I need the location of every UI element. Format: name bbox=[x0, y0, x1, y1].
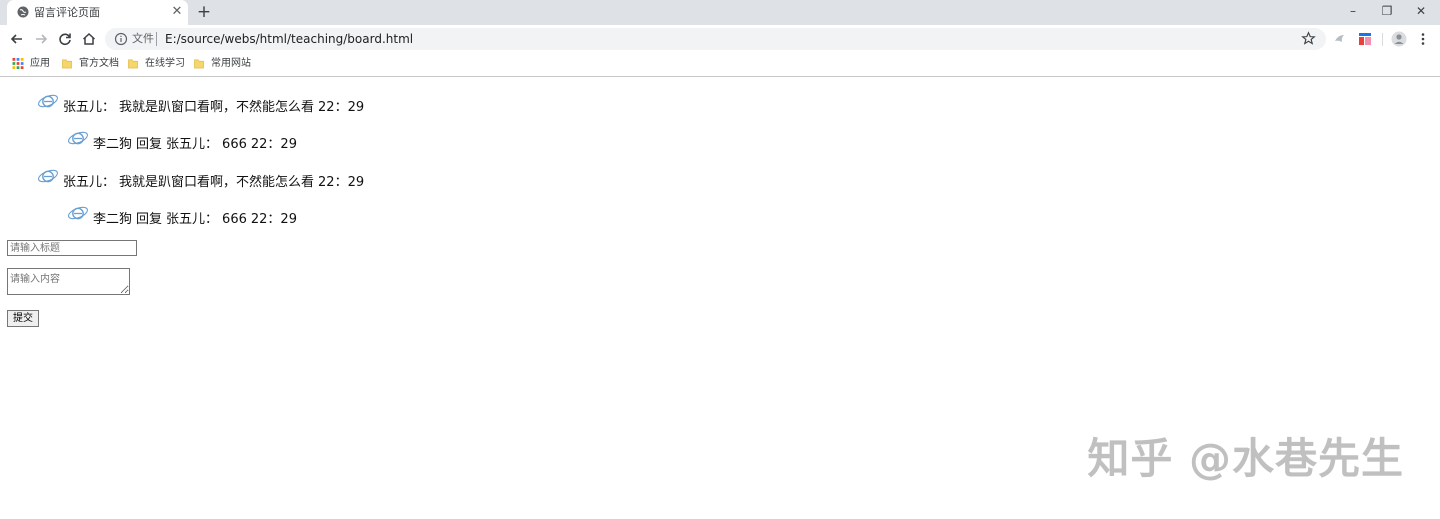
submit-button[interactable]: 提交 bbox=[7, 310, 39, 327]
reply-author: 李二狗 bbox=[93, 137, 133, 152]
message-content: 我就是趴窗口看啊，不然能怎么看 bbox=[119, 175, 315, 190]
ie-logo-icon bbox=[68, 206, 88, 220]
message-content: 666 bbox=[222, 212, 247, 227]
menu-dots-icon[interactable] bbox=[1415, 31, 1431, 47]
profile-avatar-icon[interactable] bbox=[1391, 31, 1407, 47]
ie-logo-icon bbox=[38, 169, 58, 183]
minimize-button[interactable]: – bbox=[1343, 3, 1363, 19]
message-content: 666 bbox=[222, 137, 247, 152]
watermark: 知乎 @水巷先生 bbox=[1087, 434, 1404, 483]
folder-icon bbox=[128, 59, 138, 69]
message-content: 我就是趴窗口看啊，不然能怎么看 bbox=[119, 100, 315, 115]
file-scheme-label: 文件 bbox=[132, 32, 154, 45]
forward-arrow-icon[interactable] bbox=[33, 31, 49, 47]
bookmark-label: 在线学习 bbox=[145, 58, 185, 69]
window-close-button[interactable]: ✕ bbox=[1411, 3, 1431, 19]
tab-title: 留言评论页面 bbox=[34, 6, 100, 19]
message-time: 22：29 bbox=[318, 100, 365, 115]
title-input[interactable] bbox=[7, 240, 137, 256]
home-icon[interactable] bbox=[81, 31, 97, 47]
browser-tab-active[interactable]: 留言评论页面 ✕ bbox=[7, 0, 188, 25]
back-arrow-icon[interactable] bbox=[9, 31, 25, 47]
reply-author: 李二狗 bbox=[93, 212, 133, 227]
extension-bird-icon[interactable] bbox=[1332, 31, 1348, 47]
bookmark-star-icon[interactable] bbox=[1301, 31, 1316, 46]
tab-strip: 留言评论页面 ✕ + – ❐ ✕ bbox=[0, 0, 1440, 25]
folder-icon bbox=[62, 59, 72, 69]
message-time: 22：29 bbox=[250, 212, 297, 227]
ie-logo-icon bbox=[68, 131, 88, 145]
restore-button[interactable]: ❐ bbox=[1377, 3, 1397, 19]
bookmark-label: 官方文档 bbox=[79, 58, 119, 69]
reply-word: 回复 bbox=[136, 137, 163, 152]
reply-target: 张五儿： bbox=[166, 212, 219, 227]
content-textarea[interactable] bbox=[7, 268, 130, 295]
extension-board-icon[interactable] bbox=[1357, 31, 1373, 47]
address-bar[interactable]: 文件 E:/source/webs/html/teaching/board.ht… bbox=[105, 28, 1326, 50]
apps-grid-icon bbox=[12, 58, 24, 69]
folder-icon bbox=[194, 59, 204, 69]
message-board-page: 张五儿： 我就是趴窗口看啊，不然能怎么看 22：29 李二狗 回复 张五儿： 666 22：… bbox=[0, 77, 1440, 519]
message-time: 22：29 bbox=[318, 175, 365, 190]
reload-icon[interactable] bbox=[57, 31, 73, 47]
new-tab-button[interactable]: + bbox=[196, 4, 212, 21]
reply-word: 回复 bbox=[136, 212, 163, 227]
ie-logo-icon bbox=[38, 94, 58, 108]
author-name: 张五儿： bbox=[63, 100, 116, 115]
info-icon[interactable] bbox=[114, 32, 128, 46]
browser-toolbar: 文件 E:/source/webs/html/teaching/board.ht… bbox=[0, 25, 1440, 53]
bookmarks-bar: 应用 官方文档 在线学习 常用网站 bbox=[0, 53, 1440, 75]
author-name: 张五儿： bbox=[63, 175, 116, 190]
bookmark-label: 常用网站 bbox=[211, 58, 251, 69]
globe-icon bbox=[17, 6, 29, 18]
bookmark-label: 应用 bbox=[30, 58, 50, 69]
tab-close-icon[interactable]: ✕ bbox=[170, 5, 184, 19]
url-text[interactable]: E:/source/webs/html/teaching/board.html bbox=[165, 32, 413, 46]
toolbar-divider bbox=[1382, 33, 1383, 46]
reply-target: 张五儿： bbox=[166, 137, 219, 152]
omnibox-divider bbox=[156, 32, 157, 46]
message-time: 22：29 bbox=[250, 137, 297, 152]
